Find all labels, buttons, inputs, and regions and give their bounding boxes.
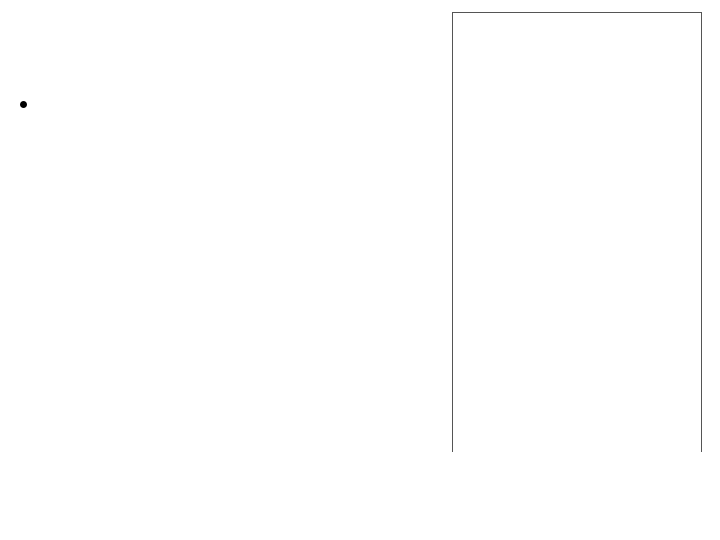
signal-rows	[453, 31, 701, 452]
column-labels	[485, 15, 701, 31]
bullet-1	[40, 90, 410, 118]
timing-diagram	[452, 12, 702, 452]
slide	[0, 0, 720, 540]
bullet-block	[20, 90, 410, 118]
